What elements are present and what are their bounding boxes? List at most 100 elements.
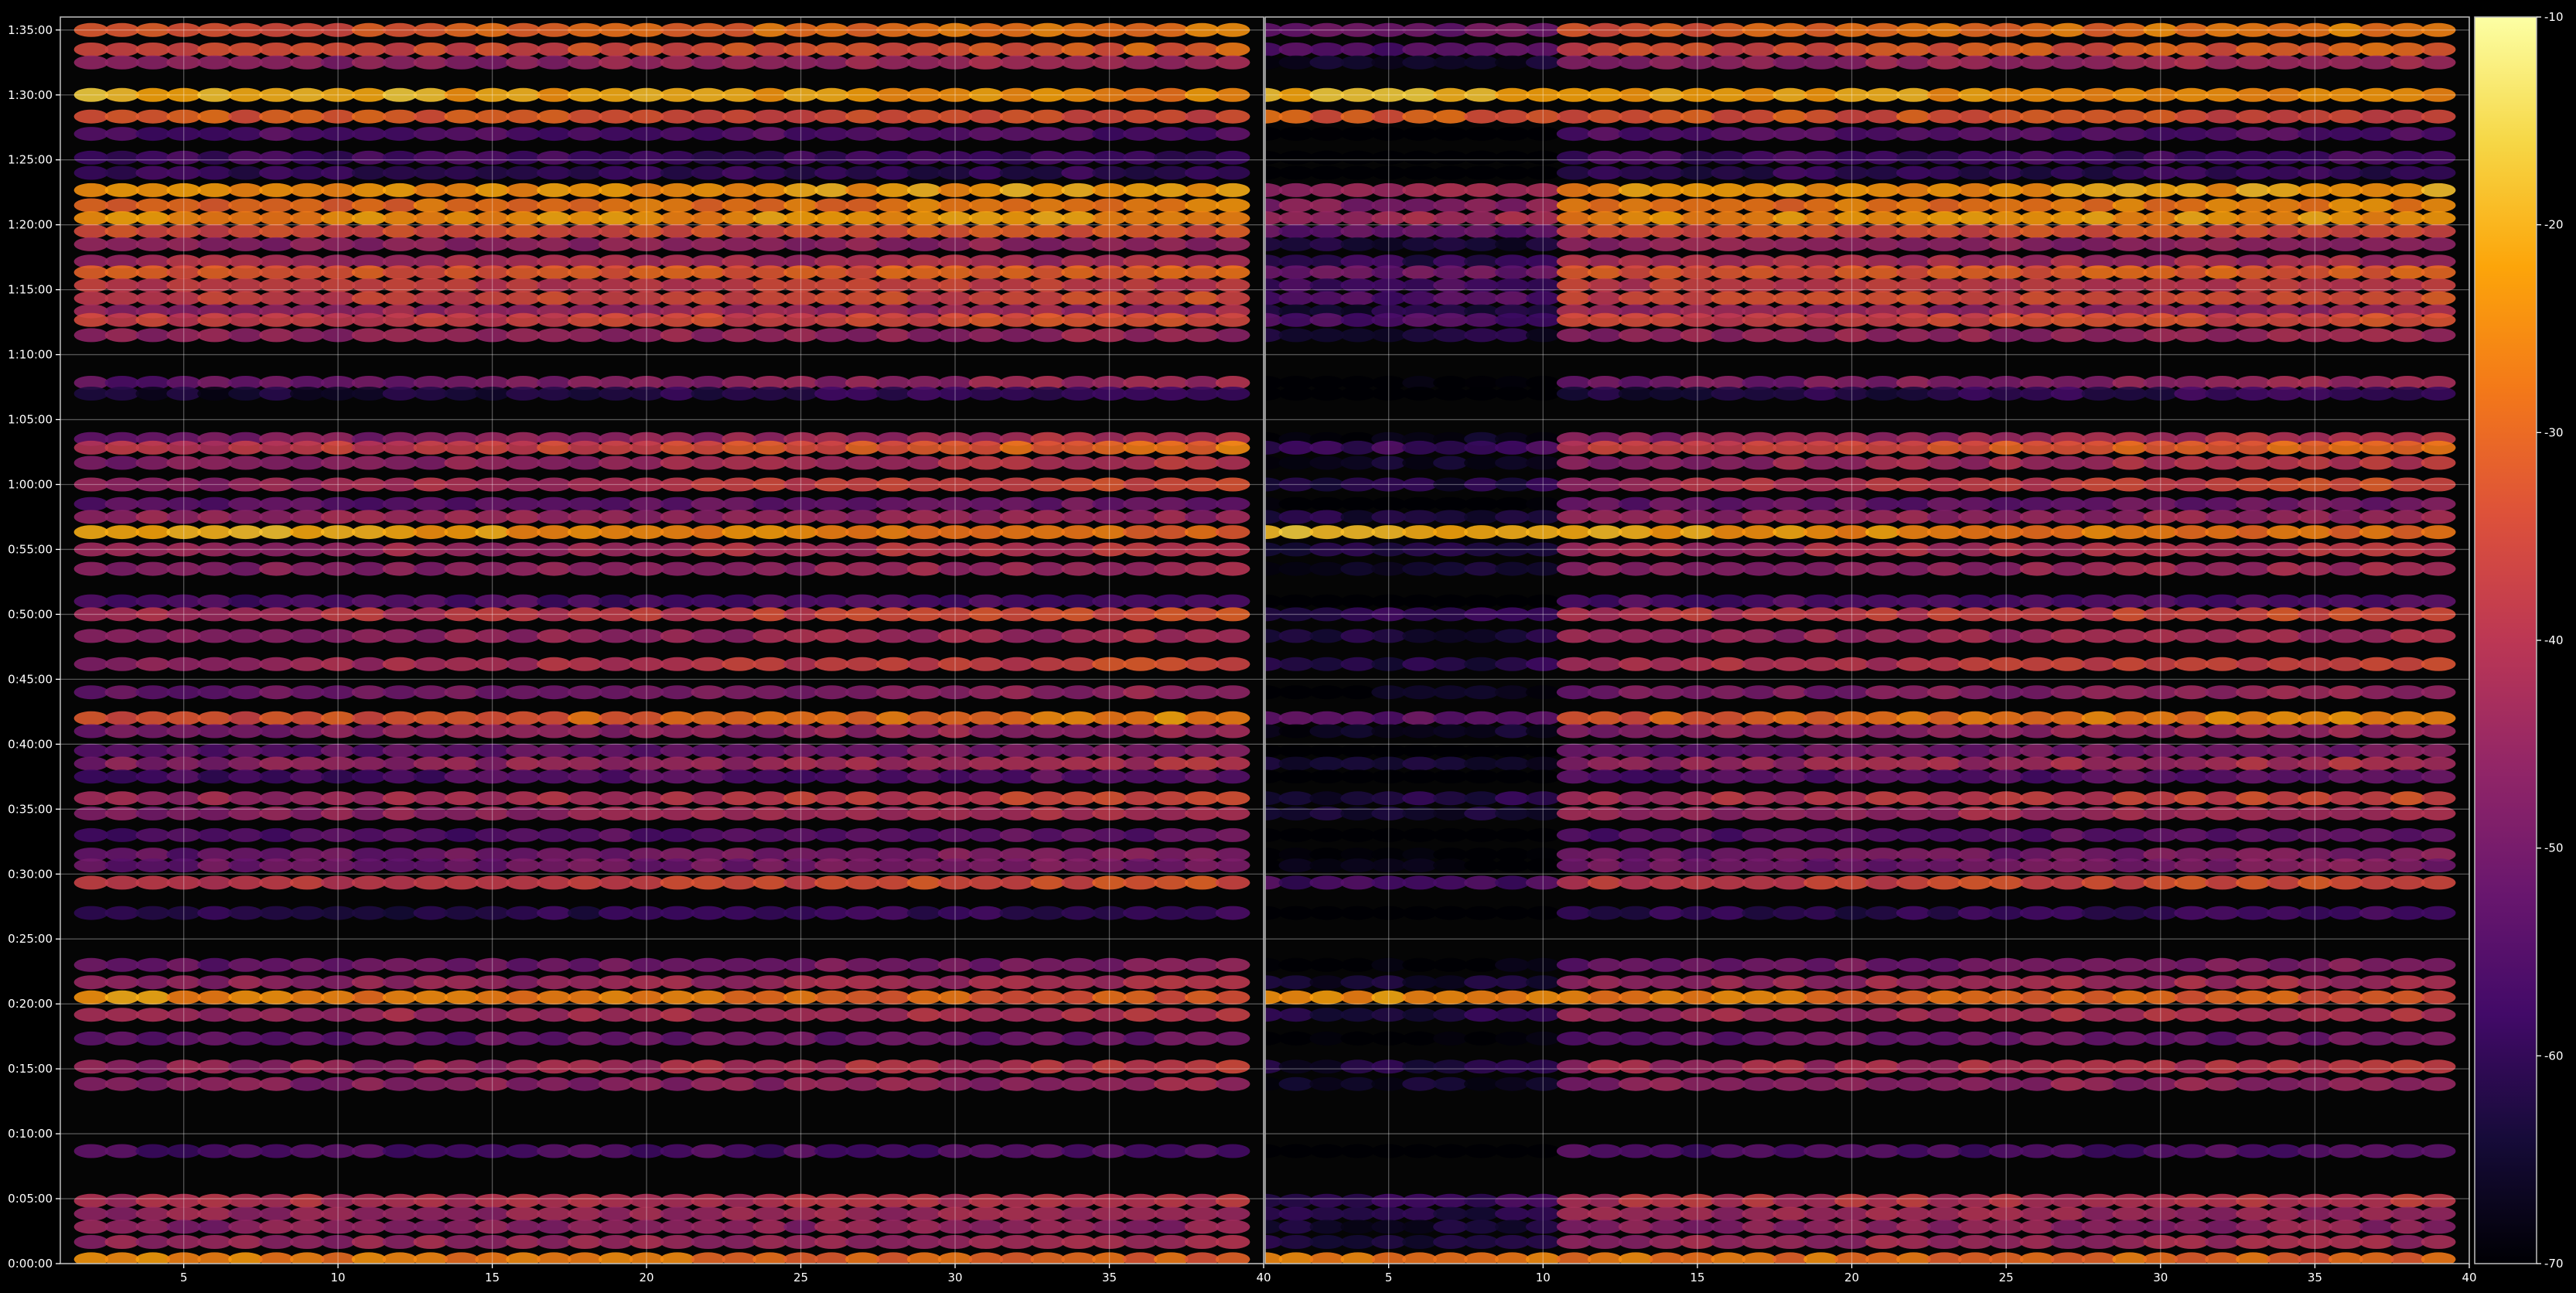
heatmap-cell (1402, 858, 1437, 873)
heatmap-cell (2205, 312, 2240, 327)
heatmap-cell (1278, 724, 1314, 739)
heatmap-cell (1061, 525, 1096, 540)
heatmap-cell (1402, 827, 1437, 842)
heatmap-cell (660, 237, 695, 251)
heatmap-cell (1649, 724, 1684, 739)
heatmap-cell (1061, 1193, 1096, 1208)
heatmap-cell (351, 906, 387, 920)
heatmap-cell (197, 224, 232, 239)
heatmap-cell (444, 55, 479, 70)
heatmap-cell (1061, 211, 1096, 226)
heatmap-cell (2236, 769, 2271, 784)
heatmap-cell (259, 440, 294, 455)
heatmap-cell (814, 711, 849, 725)
heatmap-cell (1309, 629, 1345, 643)
heatmap-cell (722, 328, 756, 343)
heatmap-cell (382, 957, 418, 972)
heatmap-cell (2019, 769, 2055, 784)
heatmap-cell (2174, 109, 2209, 124)
heatmap-cell (2421, 1220, 2456, 1234)
heatmap-cell (135, 629, 170, 643)
heatmap-cell (568, 769, 602, 784)
heatmap-cell (1495, 1144, 1530, 1158)
heatmap-cell (660, 183, 695, 197)
heatmap-cell (382, 183, 418, 197)
heatmap-cell (752, 165, 787, 180)
heatmap-cell (135, 1206, 170, 1221)
heatmap-cell (2236, 211, 2271, 226)
heatmap-cell (1618, 724, 1653, 739)
heatmap-cell (413, 657, 449, 671)
heatmap-cell (814, 743, 849, 758)
heatmap-cell (1896, 211, 1931, 226)
heatmap-cell (382, 510, 418, 524)
heatmap-cell (1340, 561, 1376, 576)
heatmap-cell (722, 1235, 756, 1249)
heatmap-cell (906, 629, 942, 643)
heatmap-cell (1278, 858, 1314, 873)
heatmap-cell (1402, 724, 1437, 739)
heatmap-cell (1030, 806, 1065, 820)
heatmap-cell (568, 1144, 602, 1158)
heatmap-cell (351, 1220, 387, 1234)
heatmap-cell (660, 496, 695, 511)
heatmap-cell (135, 806, 170, 820)
heatmap-cell (1926, 1008, 1962, 1022)
heatmap-cell (2236, 906, 2271, 920)
heatmap-cell (1587, 629, 1622, 643)
heatmap-cell (1402, 525, 1437, 540)
heatmap-cell (506, 387, 541, 401)
heatmap-cell (906, 237, 942, 251)
heatmap-cell (351, 43, 387, 56)
heatmap-cell (660, 756, 695, 771)
heatmap-cell (845, 510, 880, 524)
heatmap-cell (1556, 957, 1592, 972)
heatmap-cell (1309, 455, 1345, 470)
heatmap-cell (1340, 165, 1376, 180)
heatmap-cell (1865, 43, 1900, 56)
heatmap-cell (1154, 561, 1189, 576)
heatmap-cell (1957, 510, 1993, 524)
heatmap-cell (2019, 183, 2055, 197)
heatmap-cell (2174, 685, 2209, 700)
heatmap-cell (1154, 769, 1189, 784)
heatmap-cell (722, 127, 756, 142)
heatmap-cell (1896, 150, 1931, 165)
heatmap-cell (1957, 827, 1993, 842)
heatmap-cell (289, 743, 325, 758)
heatmap-cell (1742, 237, 1777, 251)
heatmap-cell (382, 1220, 418, 1234)
heatmap-cell (2050, 827, 2086, 842)
heatmap-cell (1865, 1206, 1900, 1221)
heatmap-cell (1587, 1235, 1622, 1249)
heatmap-cell (1464, 1031, 1499, 1046)
heatmap-cell (1433, 496, 1468, 511)
heatmap-cell (1184, 278, 1220, 292)
heatmap-cell (1618, 657, 1653, 671)
heatmap-cell (537, 685, 571, 700)
heatmap-cell (691, 150, 726, 165)
heatmap-cell (1278, 525, 1314, 540)
heatmap-cell (228, 387, 263, 401)
heatmap-cell (2050, 510, 2086, 524)
heatmap-cell (1618, 237, 1653, 251)
heatmap-cell (2019, 127, 2055, 142)
heatmap-cell (1184, 1008, 1220, 1022)
heatmap-cell (1123, 525, 1158, 540)
heatmap-cell (1061, 1220, 1096, 1234)
heatmap-cell (104, 1031, 140, 1046)
heatmap-cell (598, 975, 633, 990)
heatmap-cell (1618, 1193, 1653, 1208)
heatmap-cell (568, 791, 602, 806)
heatmap-cell (1030, 1059, 1065, 1074)
heatmap-cell (289, 594, 325, 609)
heatmap-cell (2174, 265, 2209, 280)
heatmap-cell (968, 791, 1004, 806)
heatmap-cell (1123, 387, 1158, 401)
heatmap-cell (2112, 183, 2148, 197)
heatmap-cell (2236, 685, 2271, 700)
heatmap-cell (135, 165, 170, 180)
heatmap-cell (906, 875, 942, 890)
heatmap-cell (2050, 224, 2086, 239)
heatmap-cell (875, 858, 911, 873)
